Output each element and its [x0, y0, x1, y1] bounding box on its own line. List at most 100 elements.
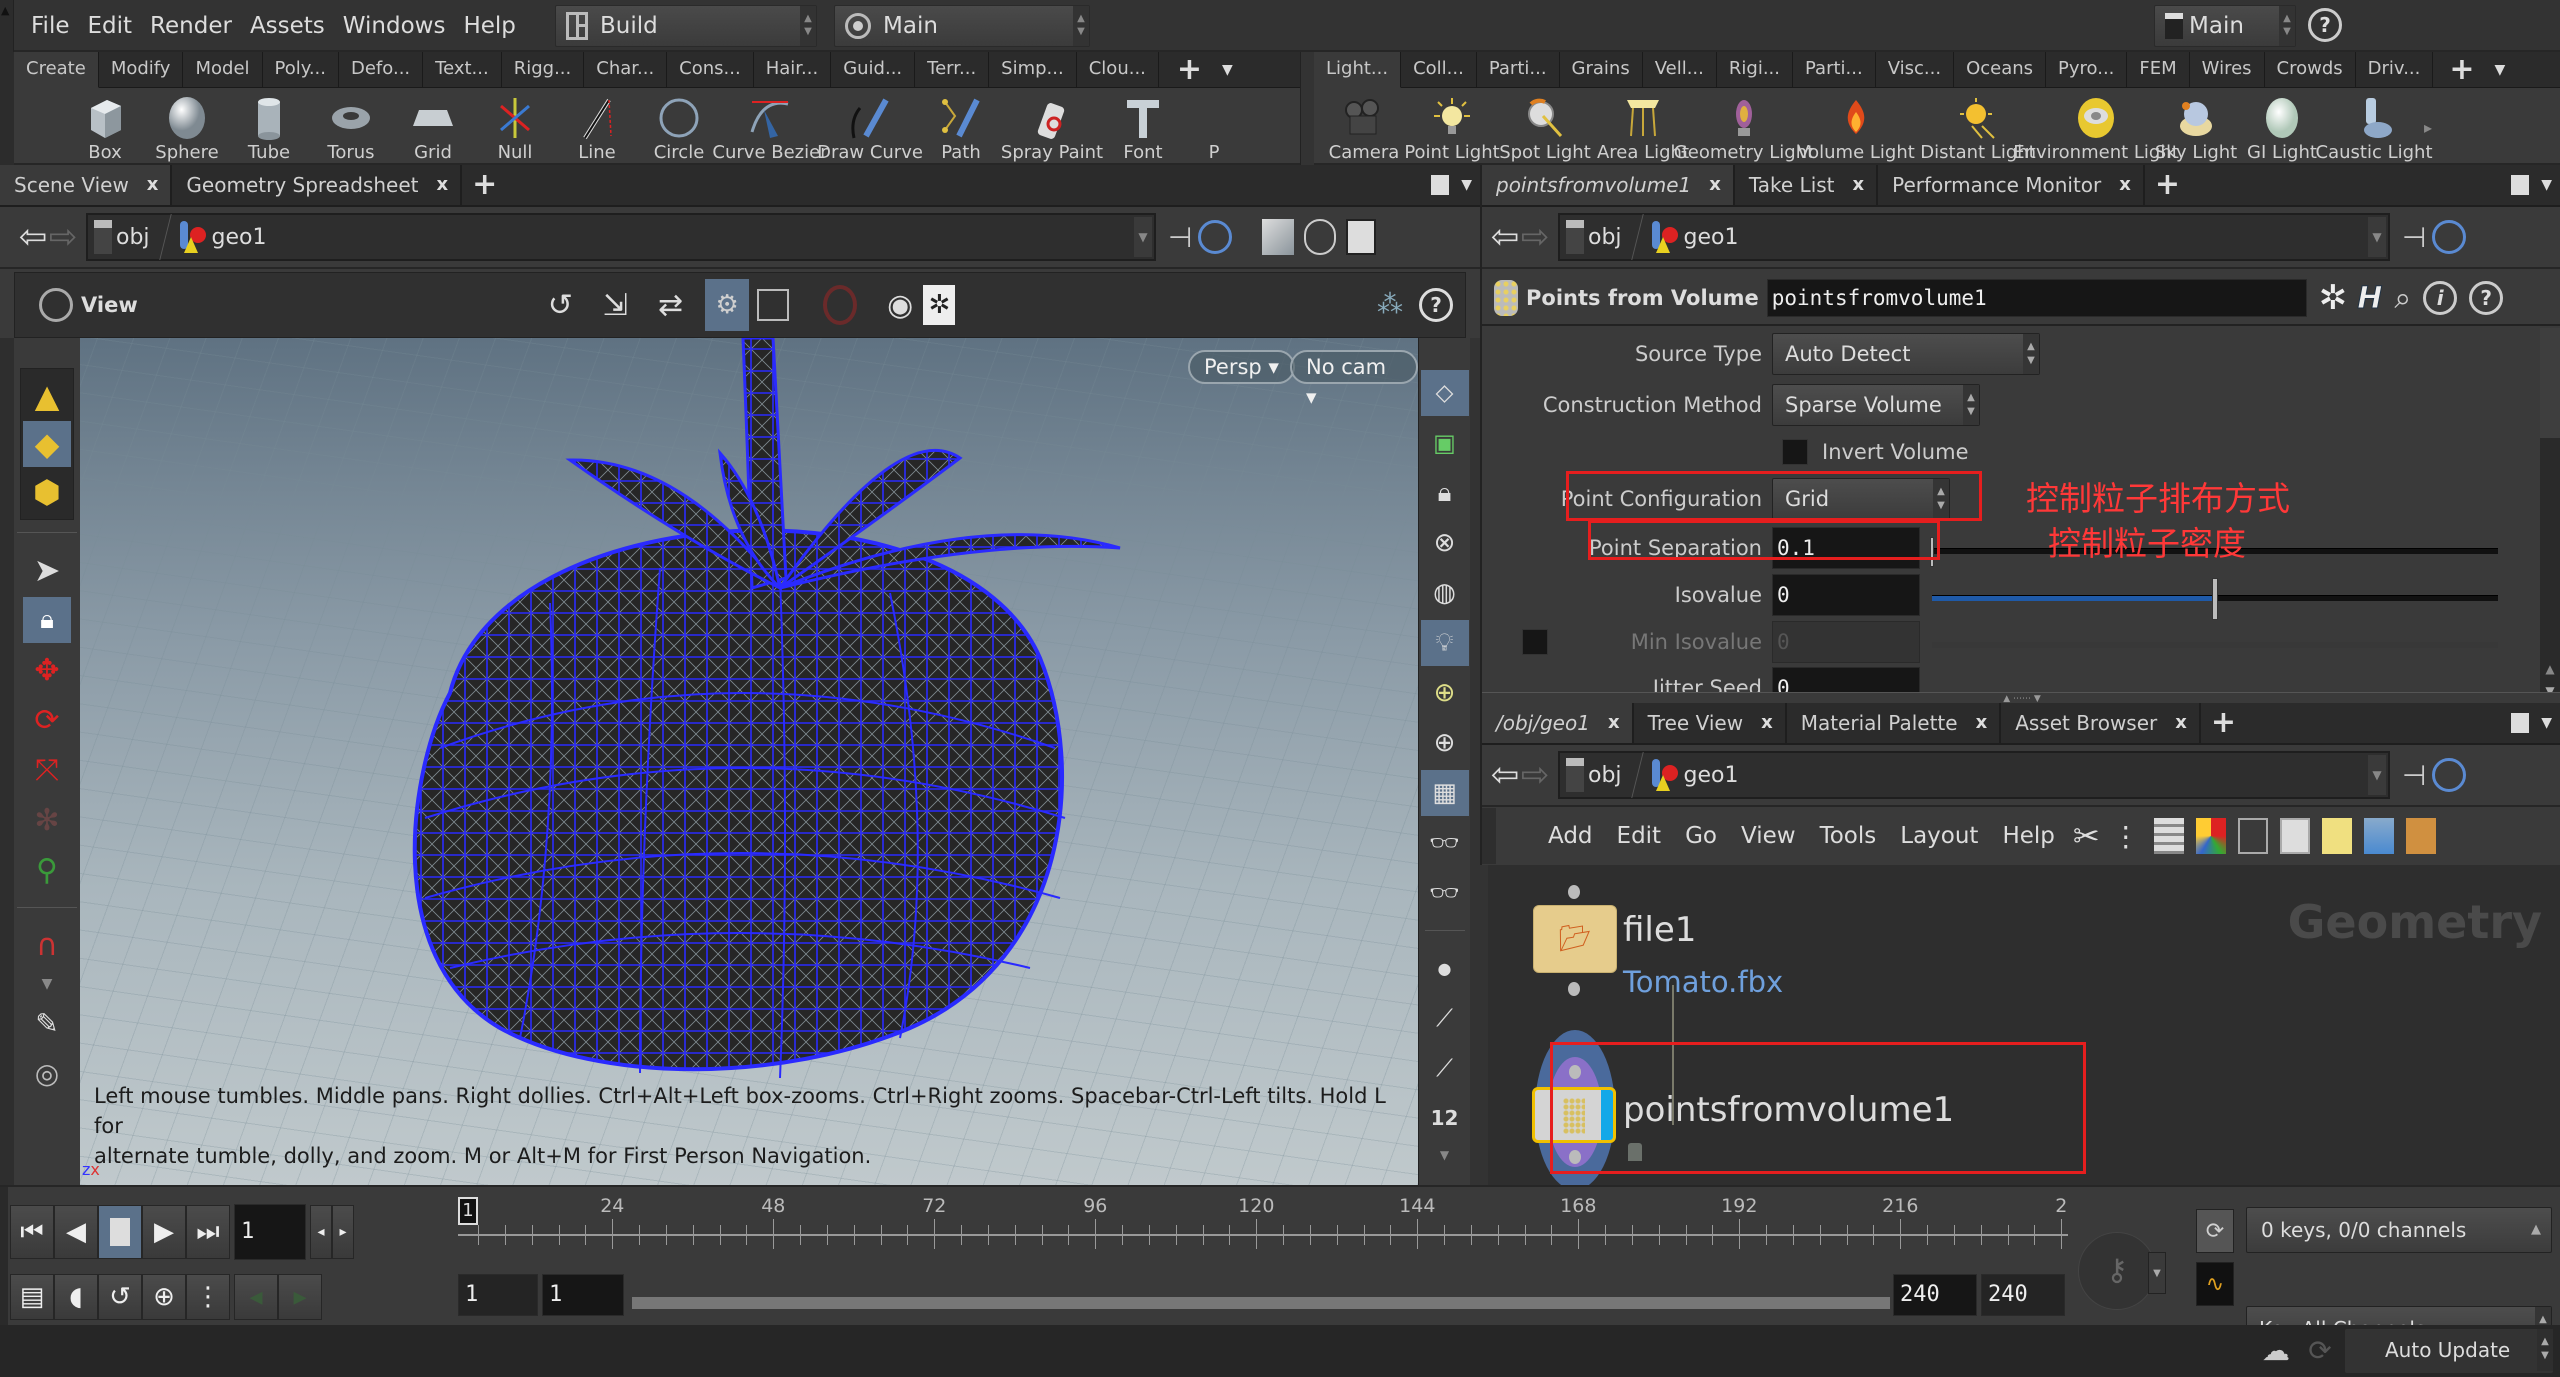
shading-mode-icon[interactable]: ▦ [1420, 770, 1469, 816]
tab-parameters[interactable]: pointsfromvolume1 x [1482, 165, 1735, 205]
playbar-options-icon[interactable]: ▤ [10, 1274, 54, 1320]
shelf-tab-create[interactable]: Create [14, 52, 99, 88]
menu-edit[interactable]: Edit [79, 0, 142, 52]
tool-geometry-light[interactable]: Geometry Light [1674, 89, 1814, 165]
gear-icon[interactable]: ✲ [2319, 278, 2348, 318]
shelf-tab-viscous-fluids[interactable]: Visc... [1876, 52, 1955, 88]
tool-circle[interactable]: Circle [638, 89, 720, 165]
shelf-menu-arrow-icon[interactable]: ▼ [1222, 62, 1233, 78]
tool-sky-light[interactable]: Sky Light [2152, 89, 2240, 165]
tool-volume-light[interactable]: Volume Light [1796, 89, 1916, 165]
net-menu-edit[interactable]: Edit [1605, 823, 1674, 849]
crumb-geo1[interactable]: geo1 [172, 219, 273, 255]
help-icon[interactable]: ? [2308, 8, 2342, 42]
select-dynamics-icon[interactable]: ⬢ [23, 469, 71, 515]
shelf-tab-grains[interactable]: Grains [1560, 52, 1643, 88]
back-arrow-icon[interactable]: ⇦ [18, 217, 48, 257]
isovalue-slider[interactable] [1932, 578, 2498, 620]
shelf-tab-oceans[interactable]: Oceans [1954, 52, 2047, 88]
projection-menu[interactable]: Persp ▾ [1188, 350, 1295, 384]
select-objects-icon[interactable]: ▲ [23, 373, 71, 419]
pane-menu-arrow-icon[interactable]: ▼ [2541, 177, 2552, 193]
audio-icon[interactable]: ◖ [54, 1274, 98, 1320]
tool-overflow[interactable]: P [1184, 89, 1244, 165]
tool-environment-light[interactable]: Environment Light [2013, 89, 2179, 165]
shelf-scroll-right-icon[interactable]: ▸ [2424, 89, 2454, 165]
shelf-tab-rigging[interactable]: Rigg... [502, 52, 585, 88]
file1-input-connector[interactable] [1568, 885, 1580, 899]
sticky-note-icon[interactable] [2321, 818, 2352, 854]
network-path-field[interactable]: obj geo1 ▼ [1558, 751, 2390, 799]
more-display-arrow-icon[interactable]: ▼ [1421, 1145, 1469, 1165]
key-menu-arrow-icon[interactable]: ▼ [2148, 1252, 2166, 1294]
jump-to-end-button[interactable]: ⏭ [186, 1205, 230, 1259]
tool-point-light[interactable]: Point Light [1404, 89, 1500, 165]
crumb-obj[interactable]: obj [1560, 758, 1628, 792]
range-slider[interactable] [632, 1297, 1890, 1309]
current-frame-marker[interactable]: 1 [458, 1197, 478, 1225]
maximize-pane-icon[interactable] [2511, 175, 2530, 195]
play-forward-button[interactable]: ▶ [142, 1205, 186, 1259]
hda-icon[interactable]: H [2357, 280, 2383, 316]
context-selector[interactable]: Main ▲ ▼ [834, 5, 1090, 47]
shelf-tab-crowds[interactable]: Crowds [2265, 52, 2356, 88]
playback-start-field[interactable]: 1 [542, 1274, 624, 1316]
tool-spray-paint[interactable]: Spray Paint [1001, 89, 1103, 165]
flipbook-icon[interactable]: ◎ [23, 1050, 71, 1096]
jump-to-start-button[interactable]: ⏮ [10, 1205, 54, 1259]
close-tab-icon[interactable]: x [1608, 703, 1620, 743]
snapshot-icon[interactable]: ◉ [887, 288, 913, 323]
update-refresh-icon[interactable]: ⟳ [2300, 1329, 2340, 1373]
hq-lighting-icon[interactable]: ⊕ [1421, 670, 1469, 716]
shelf-tab-lights-cameras[interactable]: Light... [1314, 52, 1402, 88]
node-name-file1[interactable]: file1 [1623, 910, 1696, 950]
tumble-tool-icon[interactable]: ↺ [548, 288, 573, 323]
lock-select-icon[interactable]: 🔒︎ [23, 597, 71, 643]
playback-end-field[interactable]: 240 [1893, 1274, 1977, 1316]
lock-camera-icon[interactable]: 🔒︎ [1421, 470, 1469, 516]
tree-layout-icon[interactable]: ⋮ [2112, 820, 2140, 853]
path-dropdown-icon[interactable]: ▼ [1134, 217, 1152, 257]
shelf-tab-cloud[interactable]: Clou... [1077, 52, 1159, 88]
crumb-geo1[interactable]: geo1 [1644, 219, 1745, 255]
crumb-geo1[interactable]: geo1 [1644, 757, 1745, 793]
net-menu-tools[interactable]: Tools [1808, 823, 1889, 849]
parameter-scrollbar[interactable]: ▲ ▼ [2540, 328, 2560, 700]
close-tab-icon[interactable]: x [1976, 703, 1988, 743]
forward-arrow-icon[interactable]: ⇨ [48, 217, 78, 257]
tab-material-palette[interactable]: Material Palette x [1787, 703, 2002, 743]
network-box-icon[interactable] [2279, 818, 2310, 854]
invert-volume-checkbox[interactable] [1782, 439, 1808, 465]
left-column-collapse-handle[interactable] [0, 338, 14, 1185]
dolly-tool-icon[interactable]: ⇄ [658, 288, 683, 323]
shape-palette-icon[interactable] [2237, 818, 2268, 854]
shelf-tab-texture[interactable]: Text... [423, 52, 502, 88]
shelf-tab-constraints[interactable]: Cons... [667, 52, 754, 88]
shelf-tab-characters[interactable]: Char... [584, 52, 668, 88]
net-menu-layout[interactable]: Layout [1888, 823, 1990, 849]
add-pane-tab-button[interactable]: + [2145, 165, 2190, 205]
selection-mode-icon[interactable] [1304, 219, 1337, 255]
pin-icon[interactable]: ⊣ [2402, 221, 2426, 254]
network-menu-collapse-handle[interactable] [1482, 808, 1496, 864]
realtime-icon[interactable]: ⊕ [142, 1274, 186, 1320]
display-points-icon[interactable]: ● [1421, 945, 1469, 991]
tab-geometry-spreadsheet[interactable]: Geometry Spreadsheet x [172, 165, 463, 205]
play-reverse-button[interactable]: ◀ [54, 1205, 98, 1259]
info-icon[interactable]: i [2423, 281, 2458, 315]
close-tab-icon[interactable]: x [436, 165, 448, 205]
shelf-collapse-handle[interactable] [0, 52, 14, 165]
zoom-region-icon[interactable] [757, 289, 790, 321]
shelf-tab-deform[interactable]: Defo... [339, 52, 424, 88]
menu-windows[interactable]: Windows [334, 0, 455, 52]
sync-channels-icon[interactable]: ⟳ [2196, 1209, 2234, 1253]
shelf-tab-model[interactable]: Model [183, 52, 263, 88]
viewport-help-icon[interactable]: ? [1419, 288, 1453, 322]
headlight-icon[interactable]: ◍ [1421, 570, 1469, 616]
pane-menu-arrow-icon[interactable]: ▼ [1461, 177, 1472, 193]
shelf-tab-fem[interactable]: FEM [2127, 52, 2190, 88]
display-object-icon[interactable] [1262, 219, 1295, 255]
shelf-tab-particle-fluids[interactable]: Parti... [1793, 52, 1876, 88]
isovalue-field[interactable]: 0 [1772, 574, 1920, 616]
shelf-tab-wires[interactable]: Wires [2190, 52, 2265, 88]
